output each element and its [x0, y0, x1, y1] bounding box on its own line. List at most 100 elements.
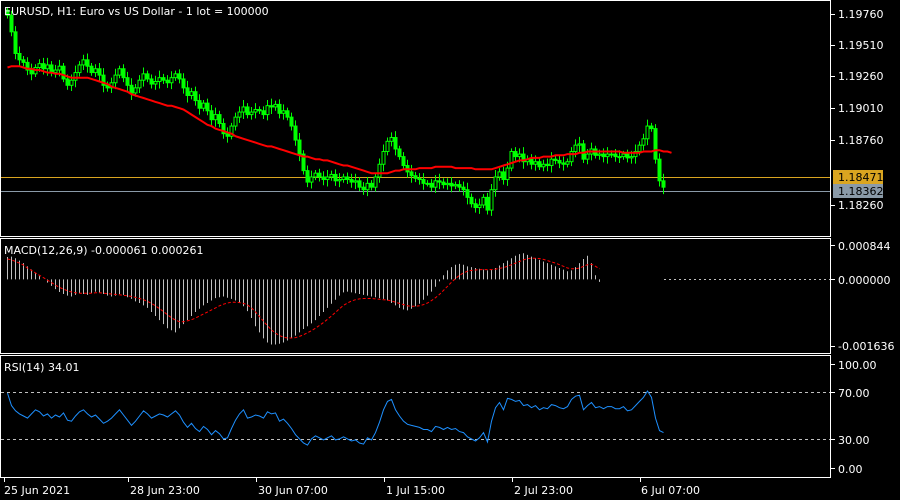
candle-body	[153, 80, 158, 85]
candle-body	[369, 182, 374, 188]
candle-body	[637, 144, 642, 153]
candle	[309, 170, 314, 189]
candle	[245, 103, 250, 119]
candle-body	[417, 177, 422, 181]
candle	[161, 73, 166, 85]
candle	[289, 112, 294, 131]
candle	[189, 87, 194, 100]
candle	[253, 103, 258, 119]
candle-body	[617, 156, 622, 159]
candle-body	[469, 196, 474, 205]
candle	[453, 181, 458, 190]
candle-body	[641, 138, 646, 146]
candle	[557, 155, 562, 169]
candle-body	[41, 63, 46, 70]
candle-body	[501, 171, 506, 181]
candle	[461, 181, 466, 196]
candle	[137, 75, 142, 93]
candle-body	[661, 180, 666, 188]
candle-body	[505, 167, 510, 181]
candle-body	[197, 100, 202, 109]
y-tick-label: 100.00	[838, 359, 877, 372]
candle-body	[145, 73, 150, 80]
y-tick-label: 1.19010	[838, 102, 884, 115]
candle	[425, 180, 430, 187]
candle-body	[477, 204, 482, 209]
candle	[357, 176, 362, 191]
candle	[633, 144, 638, 164]
candle-body	[249, 111, 254, 116]
candle-body	[373, 176, 378, 188]
candle	[61, 63, 66, 83]
candle-body	[621, 153, 626, 158]
candle-body	[425, 182, 430, 185]
candle	[193, 86, 198, 106]
candle	[221, 118, 226, 139]
candle-body	[273, 103, 278, 108]
candle	[441, 178, 446, 189]
candle	[269, 98, 274, 114]
x-tick-label: 6 Jul 07:00	[641, 484, 700, 497]
candle	[577, 136, 582, 153]
candle	[337, 173, 342, 188]
candle	[113, 68, 118, 90]
candle-body	[193, 91, 198, 102]
candle	[413, 171, 418, 183]
candle-body	[65, 78, 70, 86]
y-tick-label: 70.00	[838, 387, 870, 400]
candle	[53, 64, 58, 78]
candles-group	[5, 6, 666, 216]
candle	[177, 69, 182, 84]
candle	[13, 26, 18, 60]
candle-body	[157, 77, 162, 82]
candle	[281, 104, 286, 120]
candle	[293, 120, 298, 146]
candle	[645, 119, 650, 146]
candle-body	[357, 180, 362, 188]
candle-body	[125, 77, 130, 86]
candle	[205, 98, 210, 116]
y-tick-label: 1.19510	[838, 39, 884, 52]
candle	[317, 168, 322, 182]
candle	[361, 182, 366, 195]
candle	[173, 70, 178, 81]
candle-body	[245, 106, 250, 116]
candle-body	[441, 181, 446, 186]
candle-body	[113, 74, 118, 84]
candle-body	[29, 69, 34, 75]
candle-body	[325, 176, 330, 181]
candle	[513, 147, 518, 162]
rsi-y-axis: 100.00 70.00 30.00 0.00	[831, 359, 877, 476]
candle	[157, 70, 162, 89]
candle	[569, 147, 574, 167]
candle-body	[257, 109, 262, 112]
candle-body	[457, 184, 462, 188]
x-axis: 25 Jun 2021 28 Jun 23:00 30 Jun 07:00 1 …	[4, 478, 700, 497]
candle	[345, 172, 350, 184]
candle-body	[73, 72, 78, 81]
candle	[397, 145, 402, 160]
candle	[393, 131, 398, 156]
candle-body	[509, 151, 514, 169]
candle	[129, 78, 134, 100]
candle-body	[53, 69, 58, 74]
candle	[29, 63, 34, 81]
candle-body	[13, 31, 18, 54]
candle-body	[473, 203, 478, 209]
candle	[353, 173, 358, 190]
candle-body	[213, 114, 218, 121]
candle-body	[225, 133, 230, 137]
candle-body	[345, 176, 350, 181]
candle	[449, 176, 454, 193]
candle-body	[173, 73, 178, 79]
x-tick-label: 25 Jun 2021	[4, 484, 70, 497]
y-tick-label: 0.00	[838, 463, 863, 476]
candle-body	[333, 173, 338, 182]
candle-body	[625, 153, 630, 159]
candle-body	[21, 59, 26, 63]
candle-body	[217, 114, 222, 125]
candle	[325, 169, 330, 187]
y-tick-label: 1.18260	[838, 199, 884, 212]
candle-body	[281, 110, 286, 114]
candle-body	[377, 163, 382, 178]
